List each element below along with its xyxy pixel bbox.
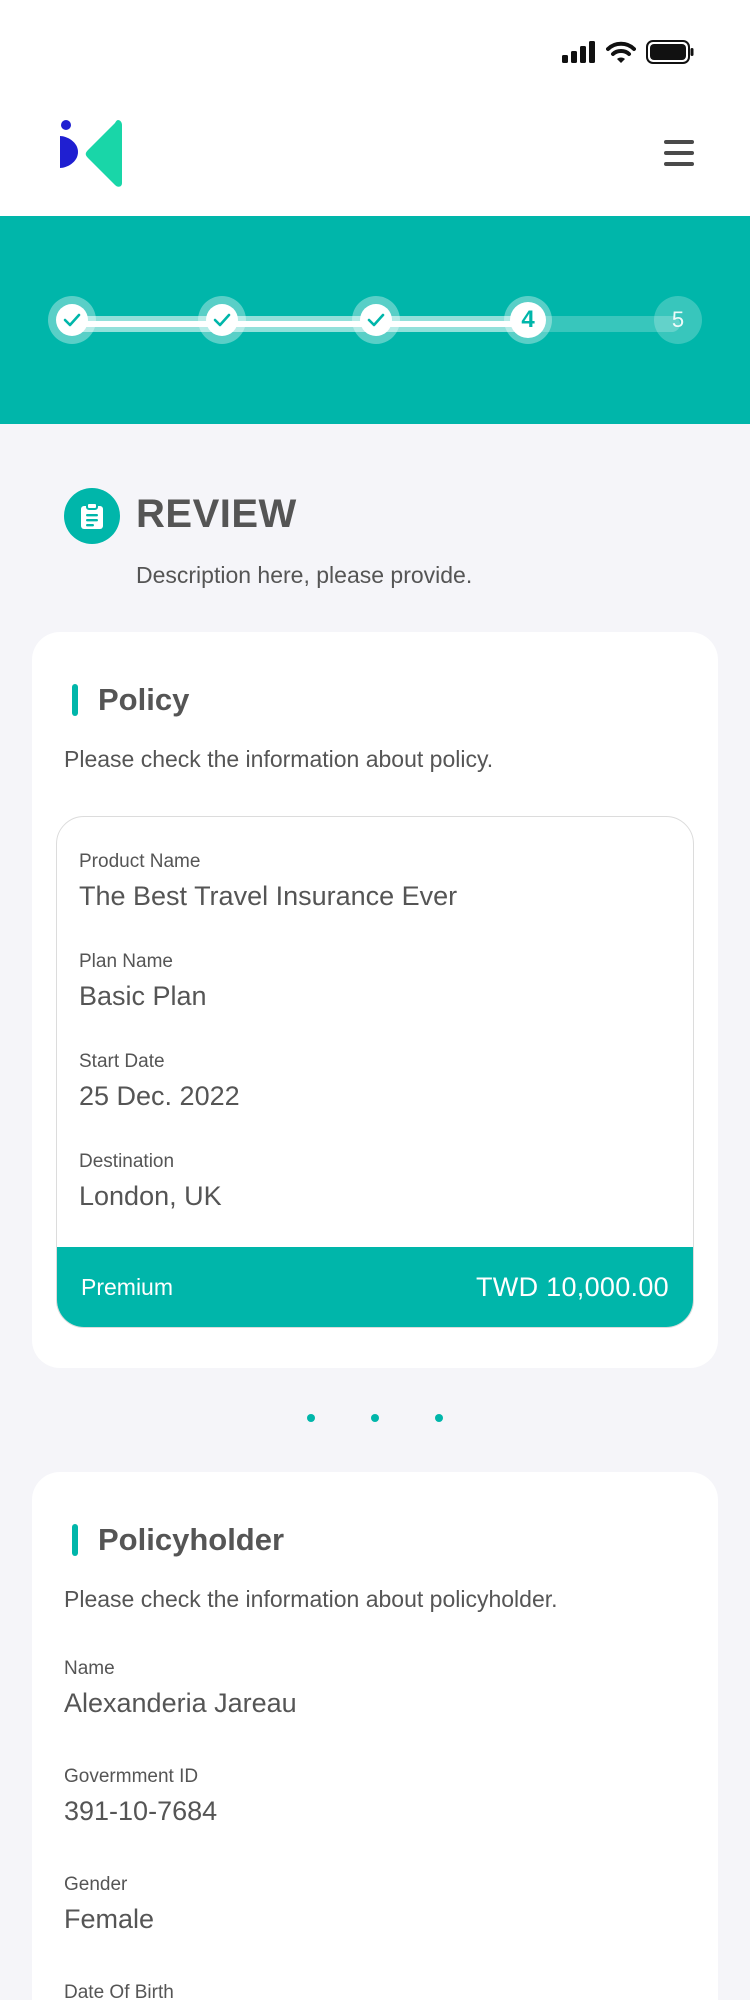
wifi-icon (606, 41, 636, 63)
clipboard-icon (64, 488, 120, 544)
pager-dots (0, 1414, 750, 1422)
field-value: Alexanderia Jareau (64, 1688, 297, 1718)
step-5-number: 5 (671, 307, 685, 332)
field-value: 25 Dec. 2022 (79, 1081, 240, 1111)
name-field: Name Alexanderia Jareau (64, 1658, 297, 1719)
plan-name-field: Plan Name Basic Plan (79, 951, 207, 1012)
app-logo[interactable] (58, 120, 124, 188)
menu-line (664, 162, 694, 166)
field-label: Date Of Birth (64, 1982, 174, 2000)
start-date-field: Start Date 25 Dec. 2022 (79, 1051, 240, 1112)
accent-bar (72, 1524, 78, 1556)
step-2[interactable] (198, 296, 246, 344)
field-value: Female (64, 1904, 155, 1934)
menu-line (664, 140, 694, 144)
field-label: Destination (79, 1151, 175, 1172)
policyholder-card-header: Policyholder (72, 1522, 284, 1558)
policy-card-description: Please check the information about polic… (64, 746, 494, 772)
product-name-field: Product Name The Best Travel Insurance E… (79, 851, 457, 912)
step-4-number: 4 (510, 302, 546, 338)
field-value: 391-10-7684 (64, 1796, 218, 1826)
field-value: The Best Travel Insurance Ever (79, 881, 458, 911)
hamburger-menu-icon[interactable] (664, 140, 694, 166)
field-label: Product Name (79, 851, 201, 872)
status-icons (562, 40, 694, 64)
step-1-marker (56, 304, 88, 336)
field-label: Name (64, 1658, 115, 1679)
step-2-marker (206, 304, 238, 336)
step-3-marker (360, 304, 392, 336)
field-value: London, UK (79, 1181, 222, 1211)
policyholder-card-title: Policyholder (98, 1522, 285, 1557)
policy-card-title: Policy (98, 682, 190, 717)
pager-dot[interactable] (307, 1414, 315, 1422)
date-of-birth-field: Date Of Birth (64, 1982, 174, 2000)
premium-bar: Premium TWD 10,000.00 (57, 1247, 693, 1327)
field-value: Basic Plan (79, 981, 207, 1011)
battery-icon (646, 40, 694, 64)
policyholder-card: Policyholder Please check the informatio… (32, 1472, 718, 2000)
step-4-current[interactable]: 4 (504, 296, 552, 344)
field-label: Gender (64, 1874, 128, 1895)
policy-card-header: Policy (72, 682, 189, 718)
check-icon (63, 313, 81, 327)
check-icon (367, 313, 385, 327)
government-id-field: Govermment ID 391-10-7684 (64, 1766, 217, 1827)
stepper-progress-line (72, 321, 528, 327)
page-title: REVIEW (136, 492, 297, 536)
premium-amount: TWD 10,000.00 (476, 1271, 669, 1302)
field-label: Govermment ID (64, 1766, 199, 1787)
pager-dot[interactable] (435, 1414, 443, 1422)
policy-card: Policy Please check the information abou… (32, 632, 718, 1368)
menu-line (664, 151, 694, 155)
app-header (0, 108, 750, 216)
pager-dot[interactable] (371, 1414, 379, 1422)
premium-label: Premium (81, 1273, 174, 1300)
step-1[interactable] (48, 296, 96, 344)
policyholder-card-description: Please check the information about polic… (64, 1586, 558, 1612)
check-icon (213, 313, 231, 327)
accent-bar (72, 684, 78, 716)
gender-field: Gender Female (64, 1874, 154, 1935)
step-3[interactable] (352, 296, 400, 344)
step-5-pending[interactable]: 5 (654, 296, 702, 344)
status-bar (0, 0, 750, 108)
destination-field: Destination London, UK (79, 1151, 222, 1212)
field-label: Plan Name (79, 951, 173, 972)
page-description: Description here, please provide. (136, 562, 473, 588)
cellular-signal-icon (562, 41, 595, 63)
progress-stepper: 4 5 (0, 216, 750, 424)
field-label: Start Date (79, 1051, 165, 1072)
policy-info-box: Product Name The Best Travel Insurance E… (56, 816, 694, 1328)
